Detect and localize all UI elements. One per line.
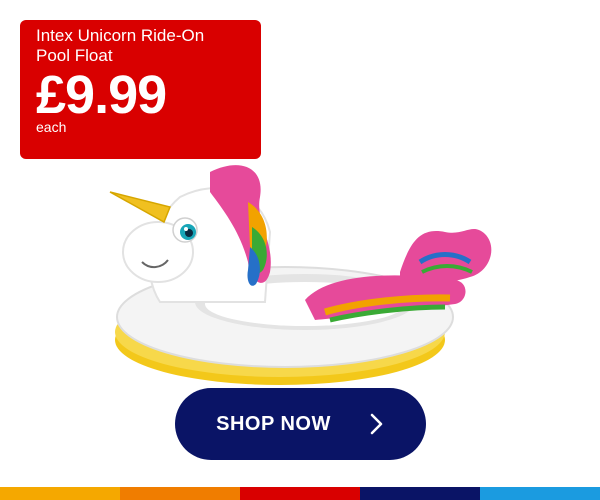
stripe-segment-orange: [120, 487, 240, 500]
stripe-segment-blue: [480, 487, 600, 500]
shop-now-label: SHOP NOW: [216, 412, 331, 435]
product-name: Intex Unicorn Ride-On Pool Float: [36, 26, 205, 65]
stripe-segment-navy: [360, 487, 480, 500]
stripe-segment-red: [240, 487, 360, 500]
stripe-segment-yellow: [0, 487, 120, 500]
shop-now-button[interactable]: SHOP NOW: [175, 388, 426, 460]
price-card: Intex Unicorn Ride-On Pool Float £9.99 e…: [20, 20, 261, 159]
brand-color-stripe: [0, 487, 600, 500]
unicorn-pool-float-image: [100, 152, 500, 388]
chevron-right-icon: [370, 413, 383, 435]
price: £9.99: [36, 65, 167, 125]
